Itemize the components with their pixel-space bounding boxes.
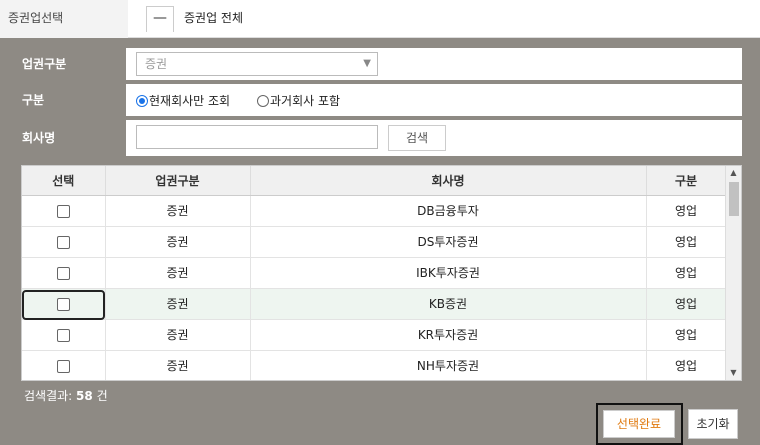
row-category: 증권 [105, 257, 251, 289]
row-company: DB금융투자 [250, 195, 647, 227]
table-row[interactable]: 증권 NH투자증권 영업 [22, 350, 727, 380]
row-category: 증권 [105, 350, 251, 380]
row-checkbox[interactable] [56, 204, 70, 218]
result-number: 58 [76, 389, 93, 403]
category-select[interactable]: 증권 ▼ [136, 52, 378, 76]
row-type: 영업 [646, 257, 727, 289]
radio-include-past-label: 과거회사 포함 [270, 94, 341, 108]
company-name-input[interactable] [136, 125, 378, 149]
top-row: 증권업선택 — 증권업 전체 [0, 0, 760, 38]
filter-row-type: 구분 현재회사만 조회 과거회사 포함 [10, 84, 742, 116]
row-checkbox[interactable] [56, 297, 70, 311]
row-checkbox[interactable] [56, 359, 70, 373]
row-checkbox[interactable] [56, 235, 70, 249]
row-company: DS투자증권 [250, 226, 647, 258]
filter-row-company: 회사명 검색 [10, 120, 742, 156]
result-prefix: 검색결과: [24, 389, 73, 403]
column-header-company: 회사명 [250, 166, 647, 196]
row-company: IBK투자증권 [250, 257, 647, 289]
row-type: 영업 [646, 195, 727, 227]
row-category: 증권 [105, 195, 251, 227]
collapse-toggle-button[interactable]: — [146, 6, 174, 32]
table-row[interactable]: 증권 KR투자증권 영업 [22, 319, 727, 351]
row-type: 영업 [646, 319, 727, 351]
row-checkbox[interactable] [56, 328, 70, 342]
row-company: NH투자증권 [250, 350, 647, 380]
filter-row-category: 업권구분 증권 ▼ [10, 48, 742, 80]
radio-unchecked-icon [257, 95, 269, 107]
radio-current-only[interactable]: 현재회사만 조회 [136, 92, 230, 109]
scroll-down-icon[interactable]: ▼ [726, 366, 741, 380]
radio-current-only-label: 현재회사만 조회 [149, 94, 231, 108]
row-company: KB증권 [250, 288, 647, 320]
filter-panel: 업권구분 증권 ▼ 구분 현재회사만 조회 과거회사 포함 회사명 검색 선택 … [0, 38, 760, 445]
table-row[interactable]: 증권 IBK투자증권 영업 [22, 257, 727, 289]
scroll-thumb[interactable] [729, 182, 739, 216]
search-button[interactable]: 검색 [388, 125, 446, 151]
row-category: 증권 [105, 226, 251, 258]
table-header-row: 선택 업권구분 회사명 구분 [22, 166, 727, 196]
table-row[interactable]: 증권 KB증권 영업 [22, 288, 727, 320]
select-complete-button[interactable]: 선택완료 [603, 410, 675, 438]
radio-checked-icon [136, 95, 148, 107]
table-scrollbar[interactable]: ▲ ▼ [725, 166, 741, 380]
row-category: 증권 [105, 288, 251, 320]
scroll-up-icon[interactable]: ▲ [726, 166, 741, 180]
row-checkbox[interactable] [56, 266, 70, 280]
column-header-type: 구분 [646, 166, 727, 196]
category-select-value: 증권 [145, 57, 168, 71]
selected-category-value: 증권업 전체 [184, 11, 244, 25]
column-header-category: 업권구분 [105, 166, 251, 196]
result-unit: 건 [96, 389, 108, 403]
table-row[interactable]: 증권 DS투자증권 영업 [22, 226, 727, 258]
chevron-down-icon: ▼ [363, 58, 371, 69]
row-type: 영업 [646, 226, 727, 258]
type-label: 구분 [10, 84, 126, 116]
row-company: KR투자증권 [250, 319, 647, 351]
done-button-focus-ring: 선택완료 [596, 403, 683, 445]
row-type: 영업 [646, 288, 727, 320]
row-type: 영업 [646, 350, 727, 380]
result-count: 검색결과: 58 건 [24, 387, 108, 404]
category-label: 업권구분 [10, 48, 126, 80]
top-label: 증권업선택 [0, 0, 128, 38]
reset-button[interactable]: 초기화 [688, 409, 738, 439]
table-row[interactable]: 증권 DB금융투자 영업 [22, 195, 727, 227]
radio-include-past[interactable]: 과거회사 포함 [257, 92, 340, 109]
company-label: 회사명 [10, 120, 126, 156]
results-table: 선택 업권구분 회사명 구분 증권 DB금융투자 영업 증권 DS투자증권 영업… [21, 165, 742, 381]
column-header-select: 선택 [22, 166, 106, 196]
row-category: 증권 [105, 319, 251, 351]
